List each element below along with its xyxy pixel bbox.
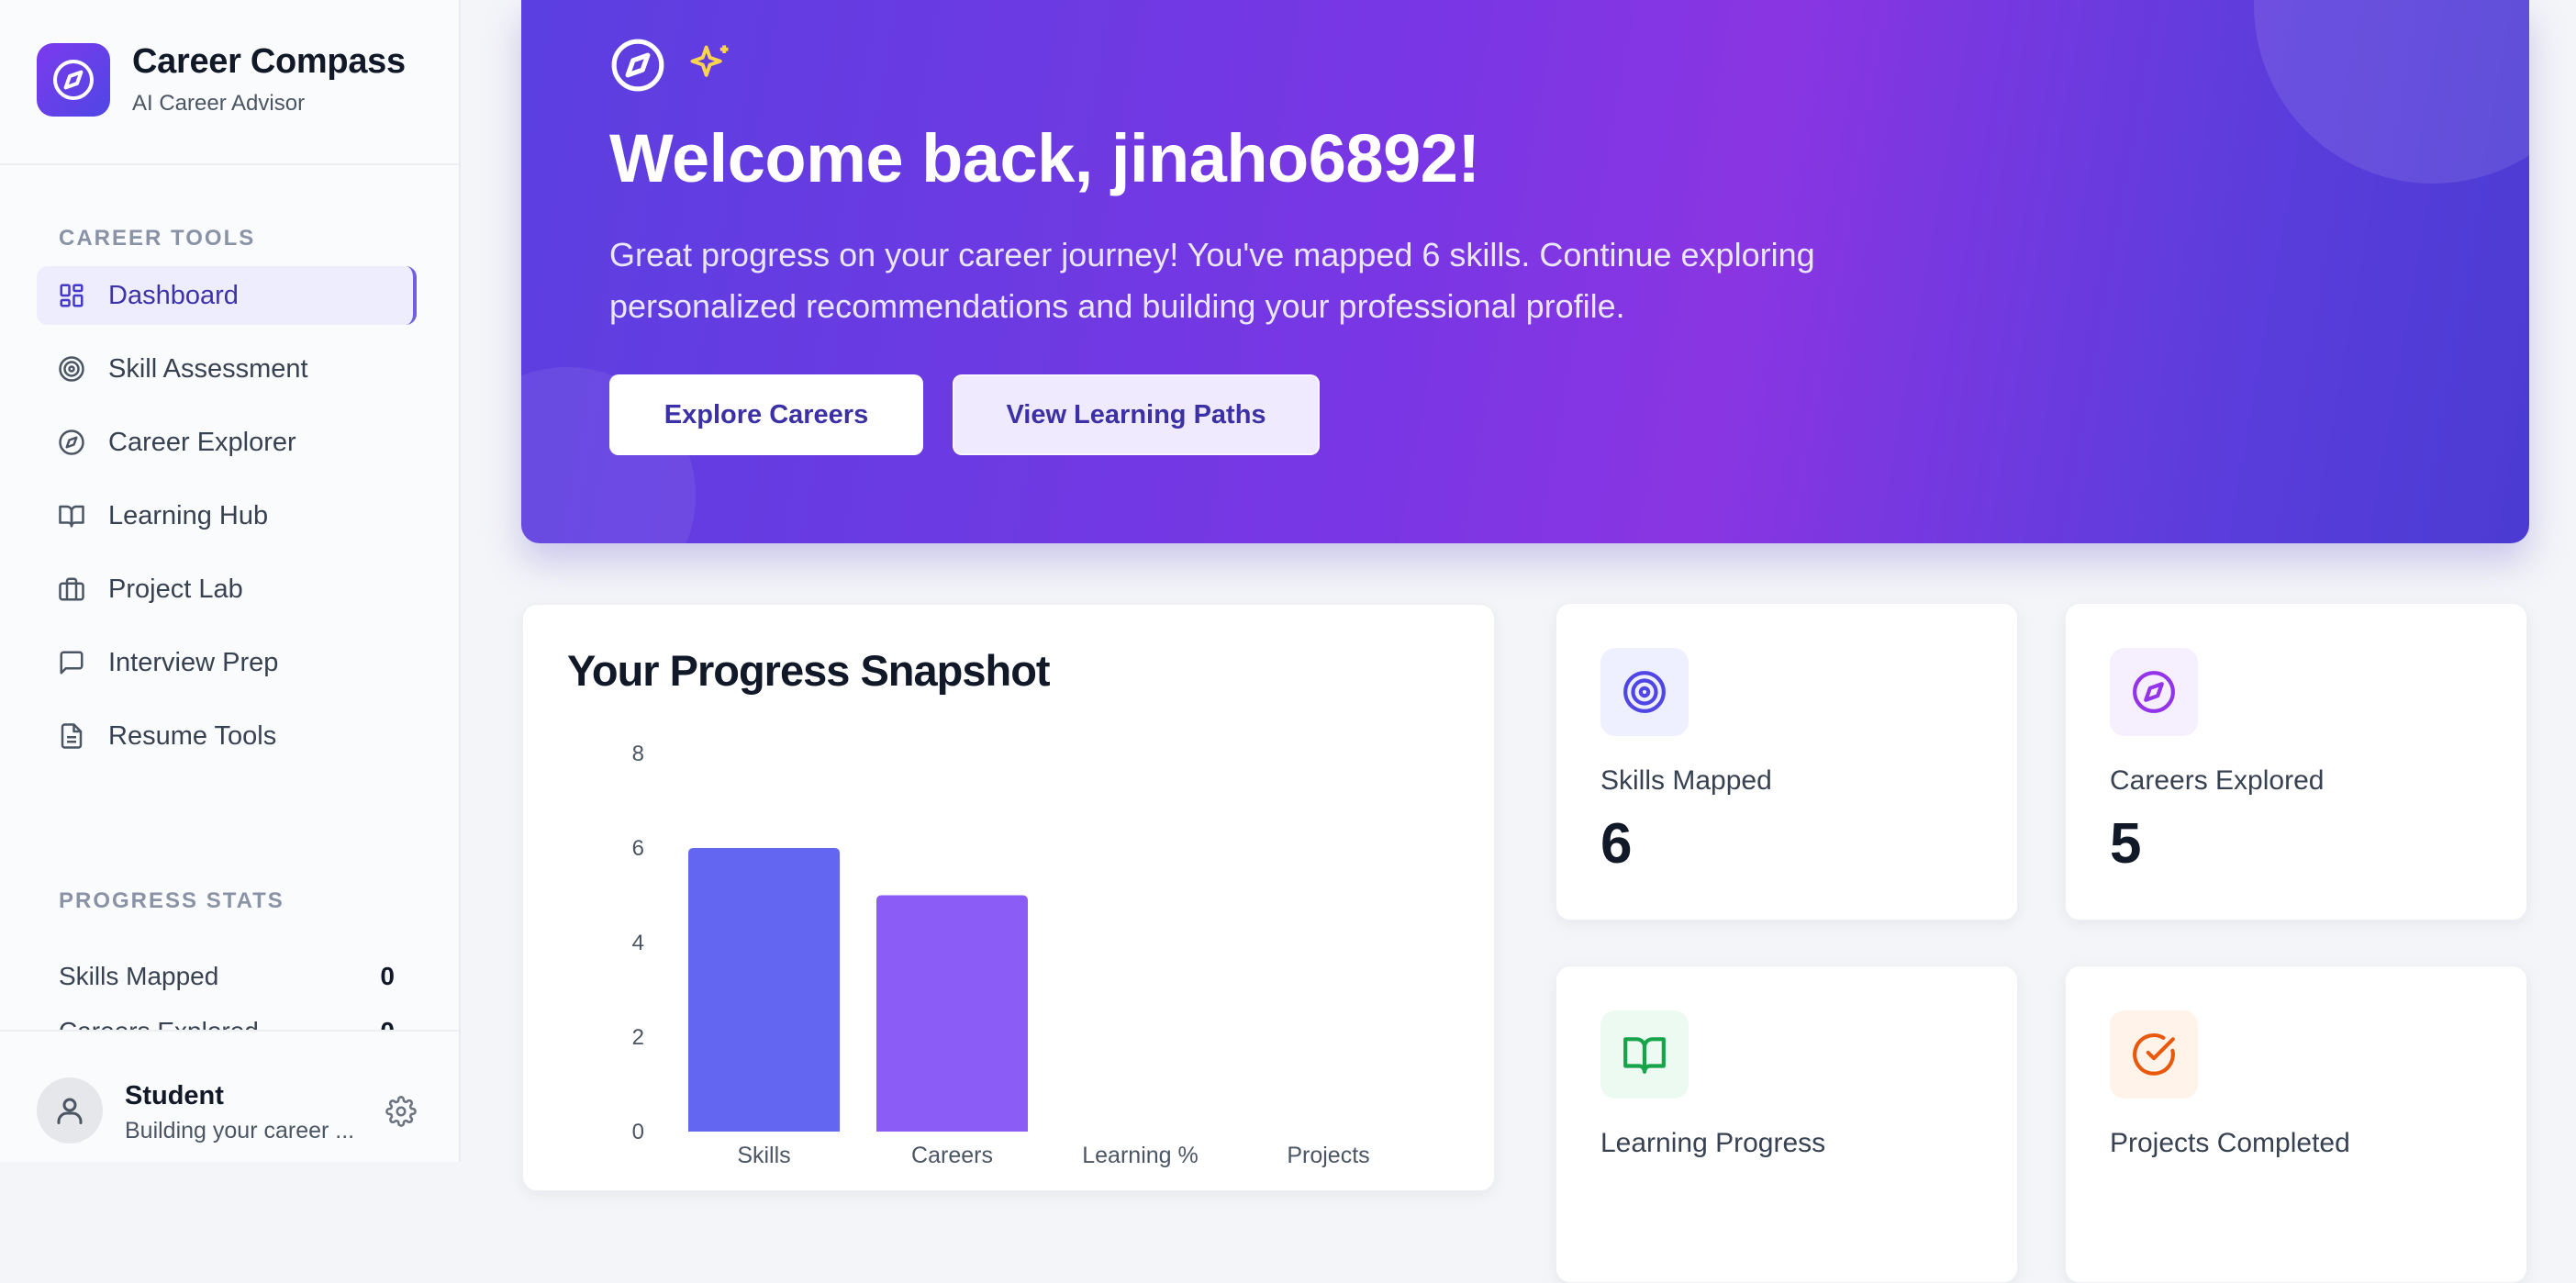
x-tick-label: Careers: [911, 1143, 993, 1168]
stat-card-careers-explored[interactable]: Careers Explored 5: [2065, 603, 2527, 920]
sidebar: Career Compass AI Career Advisor CAREER …: [0, 0, 461, 1162]
sidebar-item-label: Skill Assessment: [108, 353, 308, 384]
stat-card-label: Learning Progress: [1600, 1128, 1826, 1158]
stat-card-projects-completed[interactable]: Projects Completed: [2065, 965, 2527, 1283]
sidebar-item-resume-tools[interactable]: Resume Tools: [37, 707, 417, 765]
sidebar-nav: Dashboard Skill Assessment Career Explor…: [37, 266, 417, 780]
sidebar-item-label: Resume Tools: [108, 720, 277, 751]
book-open-icon: [1600, 1010, 1689, 1099]
compass-icon: [37, 42, 110, 117]
briefcase-icon: [57, 575, 86, 604]
stat-card-value: 5: [2110, 812, 2142, 876]
welcome-description: Great progress on your career journey! Y…: [609, 236, 1815, 325]
book-icon: [57, 501, 86, 530]
sparkles-icon: [686, 41, 734, 94]
y-tick-label: 2: [632, 1025, 644, 1050]
sidebar-item-career-explorer[interactable]: Career Explorer: [37, 413, 417, 472]
stat-card-label: Careers Explored: [2110, 765, 2325, 796]
app-title: Career Compass: [132, 42, 406, 81]
stat-card-learning-progress[interactable]: Learning Progress: [1556, 965, 2018, 1283]
sidebar-item-interview-prep[interactable]: Interview Prep: [37, 633, 417, 692]
stat-card-skills-mapped[interactable]: Skills Mapped 6: [1556, 603, 2018, 920]
x-tick-label: Projects: [1287, 1143, 1369, 1168]
decorative-circle: [2254, 0, 2529, 184]
user-subtitle: Building your career ...: [125, 1118, 355, 1144]
bar-careers[interactable]: [876, 895, 1028, 1132]
compass-icon: [609, 37, 666, 98]
sidebar-item-label: Learning Hub: [108, 500, 269, 530]
x-tick-label: Skills: [737, 1143, 790, 1168]
stat-value: 0: [380, 962, 395, 990]
y-tick-label: 4: [632, 931, 644, 955]
app-subtitle: AI Career Advisor: [132, 91, 306, 116]
progress-snapshot-card: Your Progress Snapshot 0 2 4 6 8 Skills Career…: [522, 604, 1495, 1191]
compass-icon: [57, 428, 86, 457]
y-tick-label: 8: [632, 742, 644, 766]
dashboard-icon: [57, 281, 86, 310]
stat-label: Skills Mapped: [59, 962, 219, 990]
bar-skills[interactable]: [688, 848, 840, 1132]
sidebar-item-project-lab[interactable]: Project Lab: [37, 560, 417, 619]
welcome-banner: Welcome back, jinaho6892! Great progress…: [521, 0, 2529, 543]
x-tick-label: Learning %: [1082, 1143, 1198, 1168]
sidebar-item-learning-hub[interactable]: Learning Hub: [37, 486, 417, 545]
view-learning-paths-button[interactable]: View Learning Paths: [953, 374, 1320, 455]
user-profile[interactable]: Student Building your career ...: [0, 1030, 459, 1162]
sidebar-stat-skills: Skills Mapped 0: [59, 962, 395, 991]
y-tick-label: 0: [632, 1120, 644, 1144]
progress-bar-chart: 0 2 4 6 8 Skills Careers Learning % Projects: [632, 742, 1370, 1168]
target-icon: [57, 354, 86, 384]
target-icon: [1600, 648, 1689, 736]
brand[interactable]: Career Compass AI Career Advisor: [37, 42, 406, 117]
sidebar-item-label: Interview Prep: [108, 647, 279, 677]
stat-card-label: Projects Completed: [2110, 1128, 2350, 1158]
sidebar-item-label: Dashboard: [108, 280, 239, 310]
welcome-title: Welcome back, jinaho6892!: [609, 120, 1480, 196]
message-icon: [57, 648, 86, 677]
career-tools-heading: CAREER TOOLS: [59, 226, 256, 251]
avatar: [37, 1077, 103, 1144]
sidebar-item-skill-assessment[interactable]: Skill Assessment: [37, 340, 417, 398]
stat-card-value: 6: [1600, 812, 1633, 876]
gear-icon[interactable]: [385, 1096, 417, 1127]
stat-card-label: Skills Mapped: [1600, 765, 1772, 796]
sidebar-item-label: Project Lab: [108, 574, 243, 604]
progress-stats-heading: PROGRESS STATS: [59, 888, 284, 913]
sidebar-item-dashboard[interactable]: Dashboard: [37, 266, 417, 325]
sidebar-item-label: Career Explorer: [108, 427, 296, 457]
explore-careers-button[interactable]: Explore Careers: [609, 374, 923, 455]
check-circle-icon: [2110, 1010, 2198, 1099]
compass-icon: [2110, 648, 2198, 736]
y-tick-label: 6: [632, 836, 644, 861]
user-name: Student: [125, 1081, 224, 1110]
sidebar-divider: [0, 163, 459, 165]
document-icon: [57, 721, 86, 751]
